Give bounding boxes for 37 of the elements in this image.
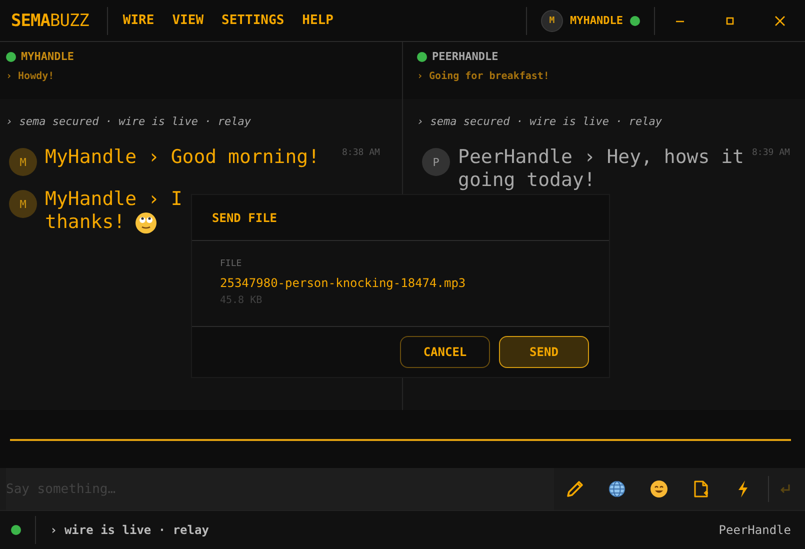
return-arrow-icon xyxy=(779,483,791,495)
globe-icon xyxy=(608,480,626,498)
file-name: 25347980-person-knocking-18474.mp3 xyxy=(220,276,467,290)
message-avatar: M xyxy=(9,190,37,218)
message-text: MyHandle › I xyxy=(45,188,182,211)
close-icon xyxy=(774,14,786,26)
connection-notice: › sema secured · wire is live · relay xyxy=(6,115,252,128)
message-avatar: M xyxy=(9,148,37,176)
contact-status: › Howdy! xyxy=(6,71,56,82)
peer-name: PeerHandle xyxy=(718,523,792,537)
message-time: 8:38 AM xyxy=(342,147,381,158)
message-time: 8:39 AM xyxy=(752,147,791,158)
send-button[interactable]: SEND xyxy=(499,336,589,368)
connection-notice: › sema secured · wire is live · relay xyxy=(417,115,664,128)
message-text: MyHandle › Good morning! xyxy=(45,146,320,169)
menu-item[interactable]: VIEW xyxy=(165,9,211,32)
smiley-icon xyxy=(650,480,668,498)
status-text: › wire is live · relay xyxy=(49,523,210,537)
menu-item[interactable]: SETTINGS xyxy=(214,9,292,32)
contact-handle: PEERHANDLE xyxy=(432,50,498,63)
cancel-button[interactable]: CANCEL xyxy=(400,336,490,368)
message-avatar: P xyxy=(422,148,450,176)
app-logo: SEMABUZZ xyxy=(10,10,90,30)
field-label: FILE xyxy=(220,259,243,269)
maximize-icon xyxy=(724,14,736,26)
user-handle: MYHANDLE xyxy=(570,14,623,27)
message-text: PeerHandle › Hey, hows it xyxy=(458,146,744,169)
message-text: thanks! xyxy=(45,211,126,234)
pencil-icon xyxy=(565,479,585,499)
contact-handle: MYHANDLE xyxy=(21,50,74,63)
menu-item[interactable]: WIRE xyxy=(116,9,162,32)
menu-item[interactable]: HELP xyxy=(295,9,340,32)
lightning-icon xyxy=(737,480,749,498)
user-avatar: M xyxy=(541,10,564,32)
document-icon xyxy=(693,480,709,498)
message-text: going today! xyxy=(458,169,596,192)
contact-status: › Going for breakfast! xyxy=(417,71,550,82)
